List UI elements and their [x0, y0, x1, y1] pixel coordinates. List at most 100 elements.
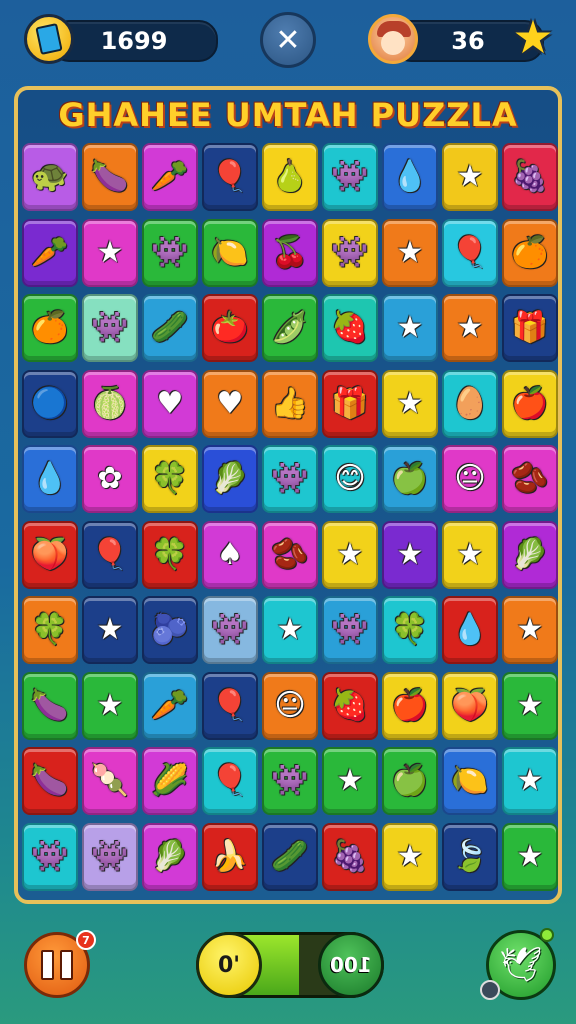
puzzle-tile[interactable]: 🍊 — [22, 294, 78, 362]
puzzle-tile[interactable]: 🔵 — [22, 369, 78, 438]
puzzle-tile[interactable]: 🎈 — [202, 143, 258, 211]
bird-icon: 🕊 — [499, 945, 543, 985]
puzzle-tile[interactable]: ★ — [502, 822, 558, 891]
puzzle-tile[interactable]: 🥚 — [442, 369, 498, 438]
puzzle-tile[interactable]: 🎈 — [82, 520, 138, 589]
puzzle-tile[interactable]: 🍀 — [142, 445, 198, 513]
puzzle-tile[interactable]: 🫘 — [502, 445, 558, 513]
tile-symbol-icon: 👾 — [211, 612, 249, 647]
puzzle-tile[interactable]: 🐢 — [22, 143, 78, 211]
puzzle-tile[interactable]: 🍃 — [442, 822, 498, 891]
puzzle-tile[interactable]: ★ — [502, 747, 558, 815]
puzzle-tile[interactable]: 🥕 — [22, 218, 78, 287]
puzzle-tile[interactable]: 🎈 — [202, 747, 258, 815]
puzzle-tile[interactable]: 💧 — [382, 143, 438, 211]
puzzle-tile[interactable]: 👾 — [322, 143, 378, 211]
puzzle-tile[interactable]: ★ — [382, 369, 438, 438]
puzzle-tile[interactable]: 🍑 — [442, 671, 498, 740]
puzzle-tile[interactable]: 😐 — [262, 671, 318, 740]
puzzle-tile[interactable]: ✿ — [82, 445, 138, 513]
tile-symbol-icon: 🍈 — [91, 385, 129, 421]
puzzle-tile[interactable]: 🍑 — [22, 520, 78, 589]
puzzle-tile[interactable]: 🍎 — [502, 369, 558, 438]
puzzle-tile[interactable]: 🫘 — [262, 520, 318, 589]
puzzle-tile[interactable]: ★ — [442, 520, 498, 589]
puzzle-tile[interactable]: 👾 — [142, 218, 198, 287]
puzzle-tile[interactable]: 🍎 — [382, 671, 438, 740]
puzzle-tile[interactable]: 🍐 — [262, 143, 318, 211]
puzzle-tile[interactable]: 🍓 — [322, 294, 378, 362]
puzzle-tile[interactable]: ♥ — [142, 369, 198, 438]
puzzle-tile[interactable]: 👾 — [322, 596, 378, 664]
tile-symbol-icon: 🎈 — [451, 234, 489, 270]
puzzle-tile[interactable]: 🍀 — [142, 520, 198, 589]
puzzle-tile[interactable]: 🍇 — [502, 143, 558, 211]
puzzle-tile[interactable]: ★ — [502, 596, 558, 664]
puzzle-tile[interactable]: ★ — [382, 520, 438, 589]
player-avatar[interactable] — [368, 14, 418, 64]
puzzle-tile[interactable]: 🍊 — [502, 218, 558, 287]
puzzle-tile[interactable]: 🥕 — [142, 143, 198, 211]
puzzle-tile[interactable]: 🎈 — [442, 218, 498, 287]
puzzle-tile[interactable]: ★ — [82, 218, 138, 287]
puzzle-tile[interactable]: 🎁 — [502, 294, 558, 362]
puzzle-tile[interactable]: ★ — [442, 143, 498, 211]
puzzle-tile[interactable]: 🍓 — [322, 671, 378, 740]
puzzle-tile[interactable]: 👾 — [202, 596, 258, 664]
puzzle-tile[interactable]: 🍆 — [22, 671, 78, 740]
tile-symbol-icon: ★ — [336, 763, 364, 798]
puzzle-tile[interactable]: ★ — [82, 671, 138, 740]
puzzle-tile[interactable]: 🫛 — [262, 294, 318, 362]
puzzle-tile[interactable]: 💧 — [442, 596, 498, 664]
puzzle-tile[interactable]: ★ — [262, 596, 318, 664]
puzzle-tile[interactable]: 🎈 — [202, 671, 258, 740]
puzzle-tile[interactable]: 🍆 — [82, 143, 138, 211]
tile-symbol-icon: 🍇 — [331, 838, 369, 874]
puzzle-tile[interactable]: 🥬 — [142, 822, 198, 891]
puzzle-tile[interactable]: 🥕 — [142, 671, 198, 740]
puzzle-tile[interactable]: 🍀 — [382, 596, 438, 664]
puzzle-tile[interactable]: 🎁 — [322, 369, 378, 438]
puzzle-tile[interactable]: 😊 — [322, 445, 378, 513]
puzzle-tile[interactable]: 🍡 — [82, 747, 138, 815]
puzzle-tile[interactable]: 👾 — [262, 747, 318, 815]
tile-symbol-icon: 🎁 — [331, 385, 369, 421]
puzzle-tile[interactable]: ★ — [382, 822, 438, 891]
puzzle-tile[interactable]: 🌽 — [142, 747, 198, 815]
puzzle-tile[interactable]: 🍏 — [382, 445, 438, 513]
puzzle-tile[interactable]: 😐 — [442, 445, 498, 513]
puzzle-tile[interactable]: ★ — [382, 218, 438, 287]
puzzle-tile[interactable]: ★ — [502, 671, 558, 740]
puzzle-tile[interactable]: 👾 — [82, 822, 138, 891]
puzzle-tile[interactable]: 🥒 — [142, 294, 198, 362]
puzzle-tile[interactable]: ★ — [442, 294, 498, 362]
puzzle-tile[interactable]: 🍅 — [202, 294, 258, 362]
puzzle-tile[interactable]: 🍀 — [22, 596, 78, 664]
tile-symbol-icon: ★ — [396, 536, 424, 572]
puzzle-tile[interactable]: 👾 — [262, 445, 318, 513]
puzzle-tile[interactable]: 🍒 — [262, 218, 318, 287]
puzzle-tile[interactable]: 🍇 — [322, 822, 378, 891]
puzzle-tile[interactable]: ★ — [82, 596, 138, 664]
puzzle-tile[interactable]: 🥒 — [262, 822, 318, 891]
puzzle-tile[interactable]: 👾 — [22, 822, 78, 891]
puzzle-tile[interactable]: 🍆 — [22, 747, 78, 815]
puzzle-tile[interactable]: 👾 — [82, 294, 138, 362]
puzzle-tile[interactable]: ★ — [322, 747, 378, 815]
puzzle-tile[interactable]: 🥬 — [202, 445, 258, 513]
puzzle-tile[interactable]: 🥬 — [502, 520, 558, 589]
puzzle-tile[interactable]: 👍 — [262, 369, 318, 438]
puzzle-tile[interactable]: 🍋 — [442, 747, 498, 815]
puzzle-tile[interactable]: ♠ — [202, 520, 258, 589]
close-button[interactable]: ✕ — [260, 12, 316, 68]
puzzle-tile[interactable]: ★ — [382, 294, 438, 362]
puzzle-tile[interactable]: 💧 — [22, 445, 78, 513]
puzzle-tile[interactable]: 🍌 — [202, 822, 258, 891]
puzzle-tile[interactable]: 🫐 — [142, 596, 198, 664]
puzzle-tile[interactable]: 👾 — [322, 218, 378, 287]
puzzle-tile[interactable]: ♥ — [202, 369, 258, 438]
puzzle-tile[interactable]: 🍏 — [382, 747, 438, 815]
puzzle-tile[interactable]: 🍋 — [202, 218, 258, 287]
puzzle-tile[interactable]: 🍈 — [82, 369, 138, 438]
puzzle-tile[interactable]: ★ — [322, 520, 378, 589]
